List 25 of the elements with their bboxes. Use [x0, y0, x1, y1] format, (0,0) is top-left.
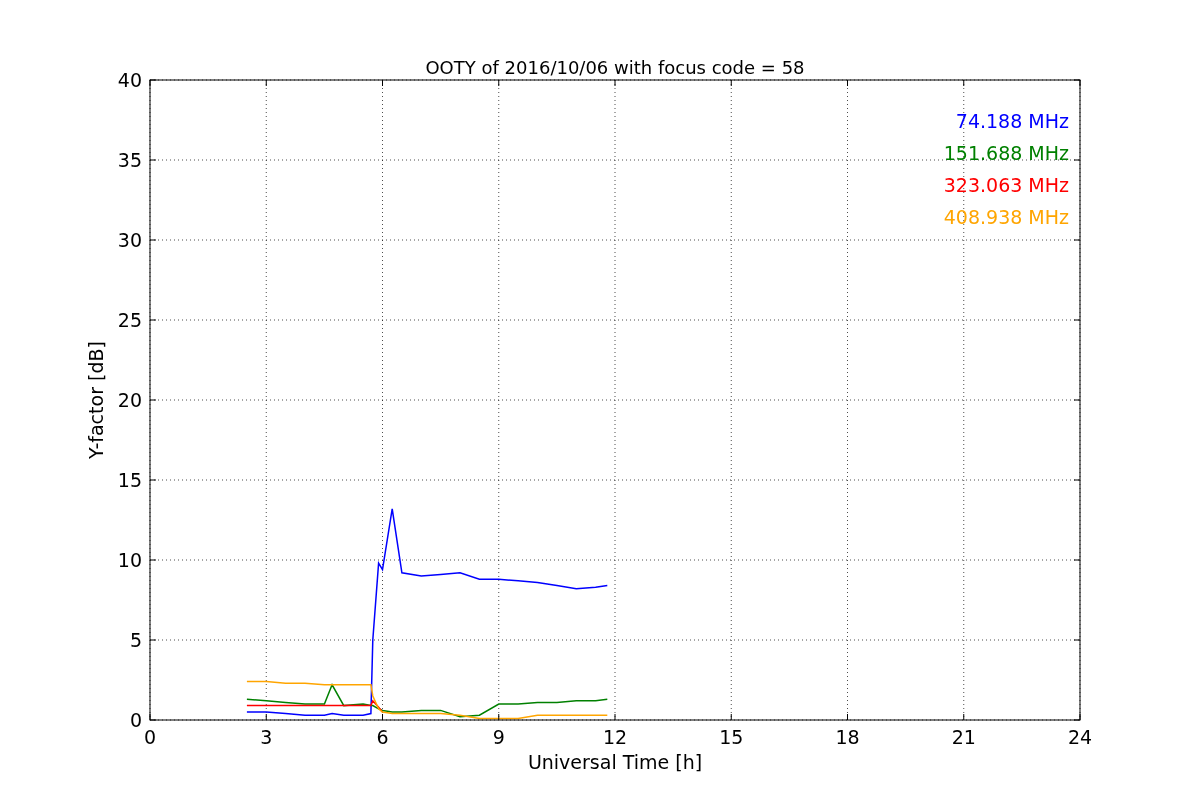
tick-label: 40: [117, 69, 142, 91]
tick-label: 18: [835, 726, 860, 748]
legend-label: 74.188 MHz: [955, 110, 1069, 132]
tick-label: 24: [1067, 726, 1093, 748]
tick-label: 30: [117, 229, 142, 251]
tick-label: 12: [602, 726, 628, 748]
tick-label: 20: [117, 389, 142, 411]
y-axis-label: Y-factor [dB]: [85, 341, 107, 459]
tick-label: 25: [117, 309, 142, 331]
tick-label: 0: [129, 709, 142, 731]
tick-label: 15: [117, 469, 142, 491]
tick-label: 10: [117, 549, 142, 571]
legend-label: 151.688 MHz: [943, 142, 1069, 164]
legend-label: 323.063 MHz: [943, 174, 1069, 196]
tick-label: 5: [129, 629, 142, 651]
tick-label: 21: [951, 726, 976, 748]
tick-label: 3: [260, 726, 273, 748]
tick-label: 35: [117, 149, 142, 171]
tick-label: 6: [376, 726, 389, 748]
tick-label: 9: [492, 726, 505, 748]
chart-title: OOTY of 2016/10/06 with focus code = 58: [425, 57, 805, 78]
x-axis-label: Universal Time [h]: [527, 751, 703, 773]
legend-label: 408.938 MHz: [943, 206, 1069, 228]
tick-label: 0: [143, 726, 157, 748]
tick-label: 15: [719, 726, 744, 748]
